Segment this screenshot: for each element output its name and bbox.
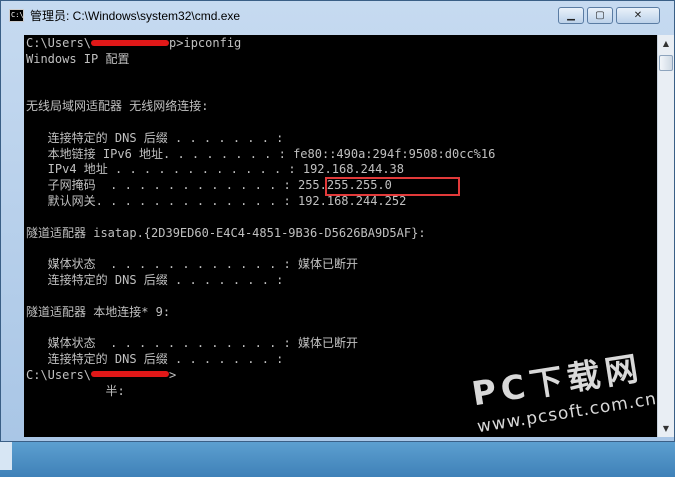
taskbar-item[interactable] xyxy=(0,442,12,470)
scroll-thumb[interactable] xyxy=(659,55,673,71)
ipv4-highlight-box xyxy=(325,177,460,196)
window-title: 管理员: C:\Windows\system32\cmd.exe xyxy=(30,8,241,23)
scroll-up-arrow-icon[interactable]: ▲ xyxy=(658,35,674,52)
title-bar[interactable]: C:\ 管理员: C:\Windows\system32\cmd.exe ▁ ▢… xyxy=(1,1,674,35)
maximize-button[interactable]: ▢ xyxy=(587,7,613,24)
window-controls: ▁ ▢ ✕ xyxy=(558,7,660,24)
cmd-icon: C:\ xyxy=(9,8,24,22)
close-button[interactable]: ✕ xyxy=(616,7,660,24)
ipconfig-output: Windows IP 配置 无线局域网适配器 无线网络连接: 连接特定的 DNS… xyxy=(26,51,496,366)
redacted-username xyxy=(91,39,170,46)
ime-indicator: 半: xyxy=(26,383,125,398)
minimize-button[interactable]: ▁ xyxy=(558,7,584,24)
prompt-prefix: C:\Users\ xyxy=(26,36,92,50)
console-text: C:\Users\ p>ipconfig Windows IP 配置 无线局域网适… xyxy=(24,35,657,399)
final-prompt-suffix: > xyxy=(169,367,177,382)
prompt-command: p>ipconfig xyxy=(169,36,242,50)
final-prompt-prefix: C:\Users\ xyxy=(26,367,92,382)
redacted-username-2 xyxy=(91,371,170,378)
